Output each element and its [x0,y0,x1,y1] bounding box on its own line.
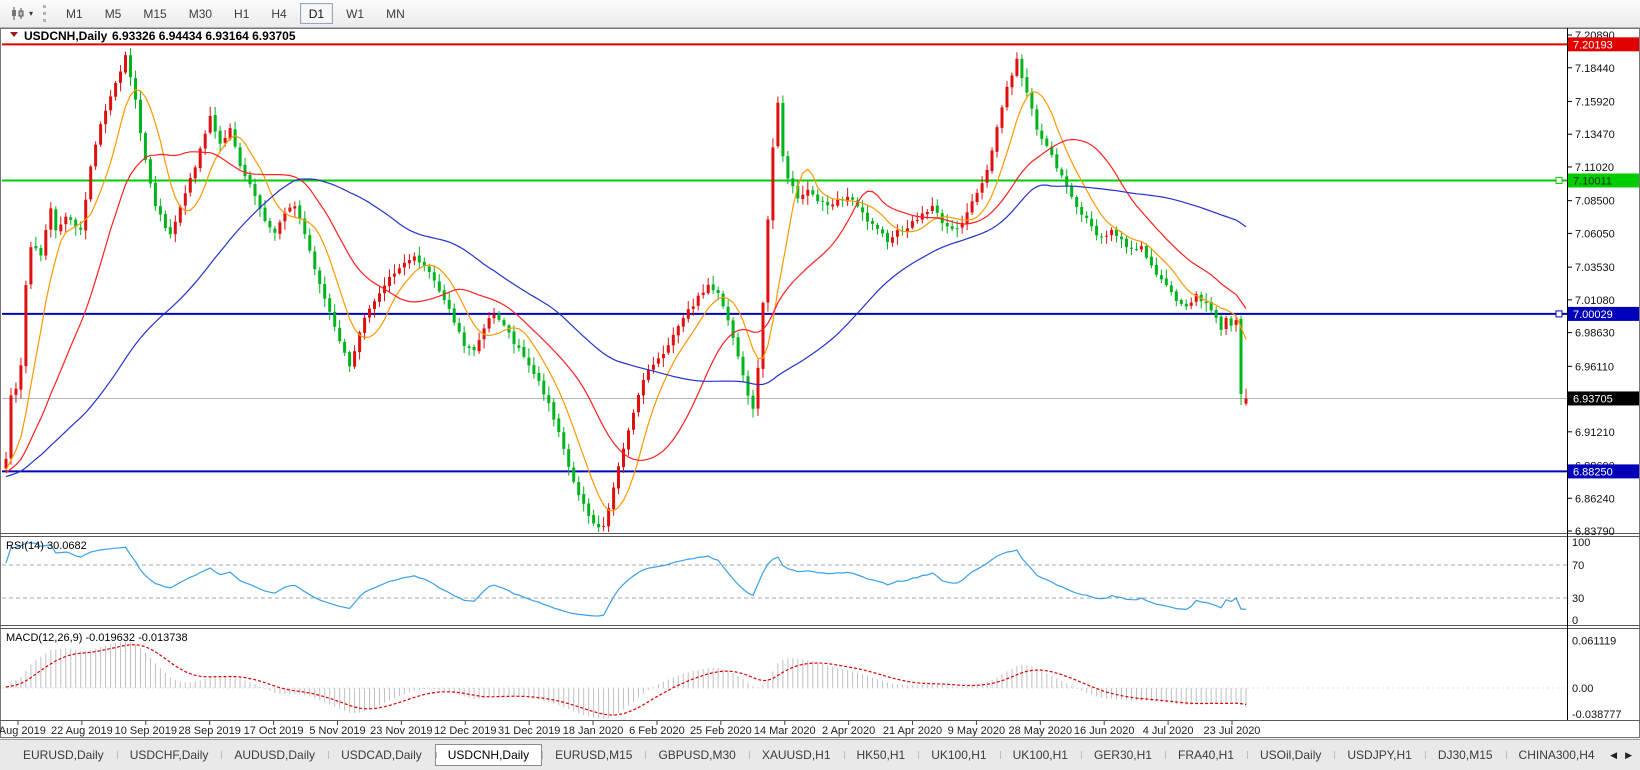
macd-indicator-label: MACD(12,26,9) -0.019632 -0.013738 [6,632,188,644]
tab-hk50-h1[interactable]: HK50,H1 [844,744,919,766]
tab-usdcad-daily[interactable]: USDCAD,Daily [328,744,435,766]
candlestick-chart-icon [10,6,26,21]
date-axis-label: 6 Feb 2020 [629,725,685,737]
price-axis-box: 7.20193 [1568,37,1639,51]
tab-xauusd-h1[interactable]: XAUUSD,H1 [749,744,844,766]
price-axis-label: 7.03530 [1575,262,1615,274]
macd-axis-label: 0.061119 [1572,635,1616,647]
date-axis-label: 3 Aug 2019 [0,725,46,737]
price-axis-box: 7.00029 [1568,307,1639,321]
date-axis-label: 23 Jul 2020 [1204,725,1261,737]
date-axis-label: 2 Apr 2020 [822,725,875,737]
tab-usoil-daily[interactable]: USOil,Daily [1247,744,1334,766]
date-axis-label: 9 May 2020 [948,725,1005,737]
hline-marker [1556,311,1562,317]
timeframe-button-m30[interactable]: M30 [180,3,221,24]
tab-dj30-m15[interactable]: DJ30,M15 [1425,744,1506,766]
price-axis-box: 6.88250 [1568,464,1639,478]
rsi-axis-label: 0 [1572,615,1578,627]
toolbar: ▾ M1M5M15M30H1H4D1W1MN [0,0,1640,28]
chart-type-button[interactable]: ▾ [6,4,37,23]
price-axis-box-label: 7.00029 [1573,309,1613,321]
price-axis-label: 6.86240 [1575,493,1615,505]
date-axis-label: 5 Nov 2019 [309,725,365,737]
date-axis-label: 14 Mar 2020 [754,725,816,737]
tab-uk100-h1[interactable]: UK100,H1 [918,744,999,766]
price-axis-box-label: 6.88250 [1573,466,1613,478]
timeframe-buttons: M1M5M15M30H1H4D1W1MN [57,3,418,24]
tab-eurusd-daily[interactable]: EURUSD,Daily [10,744,117,766]
timeframe-button-m1[interactable]: M1 [57,3,92,24]
date-axis-label: 21 Apr 2020 [883,725,942,737]
price-axis-label: 7.06050 [1575,228,1615,240]
tab-usdchf-daily[interactable]: USDCHF,Daily [117,744,222,766]
timeframe-button-h4[interactable]: H4 [262,3,295,24]
timeframe-button-mn[interactable]: MN [377,3,414,24]
timeframe-button-m5[interactable]: M5 [96,3,131,24]
tabs-scroll-left-button[interactable]: ◀ [1610,751,1617,760]
price-axis-label: 6.96110 [1575,361,1614,373]
chart-symbol-title: USDCNH,Daily [24,29,108,43]
timeframe-button-h1[interactable]: H1 [225,3,258,24]
date-axis-label: 17 Oct 2019 [244,725,304,737]
date-axis-label: 23 Nov 2019 [370,725,432,737]
timeframe-button-d1[interactable]: D1 [300,3,333,24]
date-axis-label: 18 Jan 2020 [563,725,624,737]
price-axis-label: 6.98630 [1575,328,1615,340]
tab-usdjpy-h1[interactable]: USDJPY,H1 [1334,744,1424,766]
chart-tabs-bar: EURUSD,DailyUSDCHF,DailyAUDUSD,DailyUSDC… [0,739,1640,770]
price-axis-label: 7.18440 [1575,63,1615,75]
price-axis-label: 6.91210 [1575,427,1615,439]
tabs-scroll-right-button[interactable]: ▶ [1625,751,1632,760]
price-axis-label: 7.15920 [1575,96,1615,108]
price-axis-label: 7.13470 [1575,129,1615,141]
tab-gbpusd-m30[interactable]: GBPUSD,M30 [645,744,748,766]
price-axis-label: 7.08500 [1575,196,1615,208]
tab-usdcnh-daily[interactable]: USDCNH,Daily [435,744,542,766]
date-axis-label: 12 Dec 2019 [434,725,496,737]
rsi-axis-label: 100 [1572,537,1590,549]
date-axis-label: 25 Feb 2020 [690,725,752,737]
macd-axis-label: -0.038777 [1572,709,1622,721]
date-axis-label: 22 Aug 2019 [51,725,113,737]
price-axis-box-label: 7.20193 [1573,39,1613,51]
price-axis-label: 7.01080 [1575,295,1615,307]
timeframe-button-w1[interactable]: W1 [337,3,373,24]
tab-fra40-h1[interactable]: FRA40,H1 [1165,744,1247,766]
rsi-axis-label: 30 [1572,593,1584,605]
tab-eurusd-m15[interactable]: EURUSD,M15 [542,744,645,766]
date-axis-label: 4 Jul 2020 [1143,725,1194,737]
timeframe-button-m15[interactable]: M15 [134,3,175,24]
price-axis-box: 6.93705 [1568,391,1639,405]
date-axis-label: 28 May 2020 [1009,725,1073,737]
chart-ohlc-values: 6.93326 6.94434 6.93164 6.93705 [112,29,296,43]
date-axis-label: 16 Jun 2020 [1074,725,1135,737]
tab-uk100-h1[interactable]: UK100,H1 [1000,744,1081,766]
chevron-down-icon: ▾ [29,10,33,18]
price-axis-box-label: 6.93705 [1573,393,1613,405]
macd-axis-label: 0.00 [1572,683,1593,695]
rsi-indicator-label: RSI(14) 30.0682 [6,540,87,552]
date-axis-label: 10 Sep 2019 [115,725,177,737]
tab-audusd-daily[interactable]: AUDUSD,Daily [221,744,328,766]
chart-tabs: EURUSD,DailyUSDCHF,DailyAUDUSD,DailyUSDC… [10,744,1640,766]
price-axis-label: 7.11020 [1575,162,1614,174]
price-chart[interactable]: 7.208907.184407.159207.134707.110207.085… [0,0,1640,770]
toolbar-grip[interactable] [43,5,47,22]
tab-china300-h4[interactable]: CHINA300,H4 [1506,744,1608,766]
hline-marker [1556,177,1562,183]
price-axis-box: 7.10011 [1568,173,1639,187]
tab-ger30-h1[interactable]: GER30,H1 [1081,744,1165,766]
date-axis-label: 28 Sep 2019 [178,725,240,737]
chart-window-frame [0,28,1640,738]
tabs-scroll-arrows: ◀ ▶ [1602,741,1640,770]
date-axis-label: 31 Dec 2019 [498,725,560,737]
rsi-axis-label: 70 [1572,560,1584,572]
price-axis-box-label: 7.10011 [1573,175,1612,187]
